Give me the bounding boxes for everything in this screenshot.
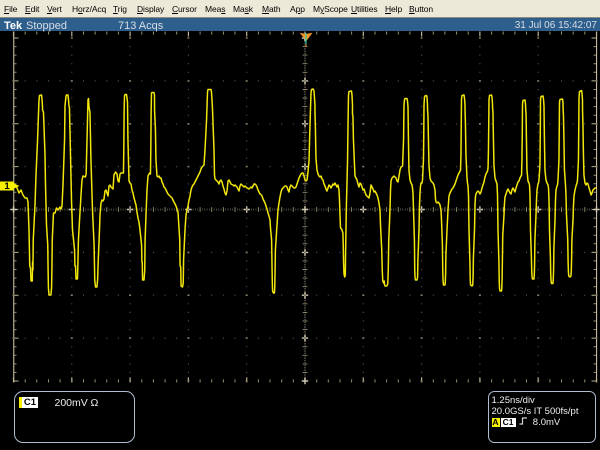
svg-text:1: 1 [4,181,10,192]
